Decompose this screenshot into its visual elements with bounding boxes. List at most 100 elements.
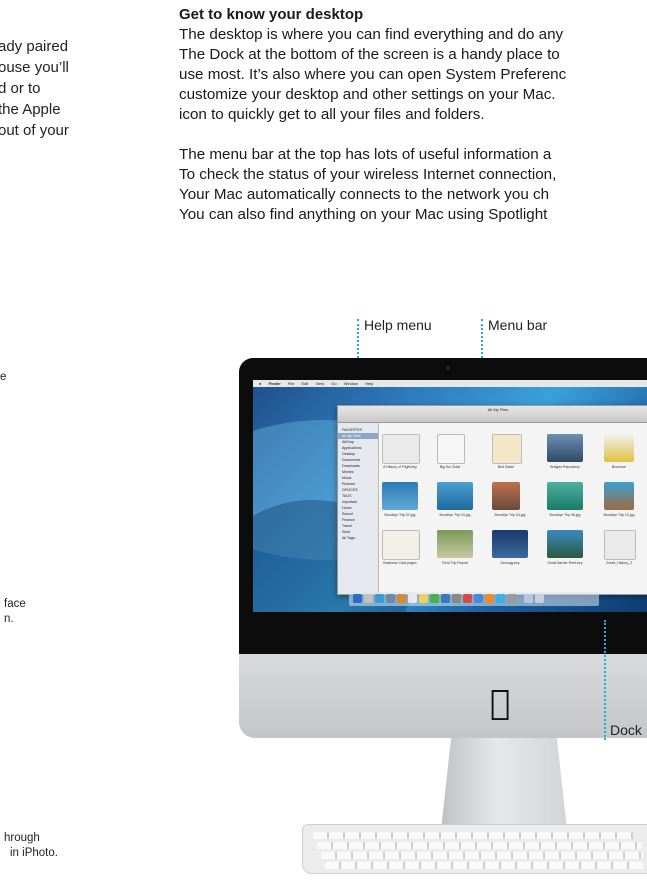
menubar-item: Window xyxy=(343,381,358,386)
imac-stand xyxy=(441,738,567,830)
imac-chin xyxy=(239,654,647,738)
paragraph-line: The menu bar at the top has lots of usef… xyxy=(179,146,552,163)
app-store-dock-icon xyxy=(496,594,505,603)
file-label: Big Sur Solar xyxy=(439,465,461,469)
file-thumbnail xyxy=(604,482,634,510)
apple-menu-icon: ● xyxy=(259,381,262,386)
file-label: A History of Flight.key xyxy=(383,465,417,469)
ibooks-dock-icon xyxy=(485,594,494,603)
desktop-section: Get to know your desktop The desktop is … xyxy=(179,5,647,225)
file-label: Field Trip Report xyxy=(442,561,468,565)
file-label: Bridges Repository xyxy=(550,465,580,469)
key-row xyxy=(325,862,643,869)
downloads-dock-icon xyxy=(524,594,533,603)
file-thumbnail xyxy=(437,434,465,464)
file-thumbnail xyxy=(382,434,420,464)
file-thumbnail xyxy=(547,482,583,510)
key-row xyxy=(317,842,642,849)
paragraph-2: The menu bar at the top has lots of usef… xyxy=(179,145,647,225)
section-heading: Get to know your desktop xyxy=(179,6,364,23)
file-label: Business Card.pages xyxy=(383,561,417,565)
left-iphoto-line: in iPhoto. xyxy=(10,847,58,859)
left-iphoto-text: hrough in iPhoto. xyxy=(4,831,58,861)
finder-window: All My Files FAVORITES All My Files AirD… xyxy=(337,405,647,595)
apple-logo-icon:  xyxy=(490,686,510,720)
file-label: Brooklyn Trip 10.jpg xyxy=(603,513,635,517)
notes-dock-icon xyxy=(419,594,428,603)
trash-dock-icon xyxy=(535,594,544,603)
dock-callout: Dock xyxy=(610,722,642,738)
mail-dock-icon xyxy=(386,594,395,603)
file-label: Bird Safari xyxy=(497,465,515,469)
sidebar-item: All Tags... xyxy=(342,536,358,540)
file-thumbnail xyxy=(547,530,583,558)
paragraph-line: use most. It’s also where you can open S… xyxy=(179,66,567,83)
menu-bar-callout: Menu bar xyxy=(488,317,548,333)
help-menu-callout: Help menu xyxy=(364,317,432,333)
itunes-dock-icon xyxy=(463,594,472,603)
paragraph-line: The Dock at the bottom of the screen is … xyxy=(179,46,560,63)
left-intro-text: ady paired ouse you’ll d or to the Apple… xyxy=(0,36,69,141)
dock xyxy=(349,592,599,606)
keyboard xyxy=(302,824,647,874)
left-facetime-line: n. xyxy=(4,613,14,625)
file-thumbnail xyxy=(492,434,522,464)
file-label: Brooklyn Trip 04.jpg xyxy=(494,513,526,517)
file-thumbnail xyxy=(604,530,636,560)
file-thumbnail xyxy=(547,434,583,462)
iphoto-dock-icon xyxy=(474,594,483,603)
left-intro-line: out of your xyxy=(0,122,69,139)
camera-dot xyxy=(446,366,450,370)
key-row xyxy=(313,832,633,839)
contacts-dock-icon xyxy=(397,594,406,603)
file-label: Brooklyn Trip 08.jpg xyxy=(549,513,581,517)
left-iphoto-line: hrough xyxy=(4,832,40,844)
file-thumbnail xyxy=(437,482,473,510)
left-fragment: e xyxy=(0,371,7,383)
file-label: Geology.key xyxy=(500,561,520,565)
photo-booth-dock-icon xyxy=(452,594,461,603)
calendar-dock-icon xyxy=(408,594,417,603)
paragraph-line: Your Mac automatically connects to the n… xyxy=(179,186,550,203)
file-label: Great Barrier Reef.key xyxy=(547,561,583,565)
finder-sidebar: FAVORITES All My Files AirDrop Applicati… xyxy=(338,423,379,594)
left-intro-line: ady paired xyxy=(0,38,69,55)
paragraph-line: The desktop is where you can find everyt… xyxy=(179,26,564,43)
file-thumbnail xyxy=(492,530,528,558)
facetime-dock-icon xyxy=(441,594,450,603)
file-thumbnail xyxy=(604,434,634,462)
left-facetime-line: face xyxy=(4,598,26,610)
file-thumbnail xyxy=(492,482,520,510)
file-grid: A History of Flight.key Big Sur Solar Bi… xyxy=(382,434,647,590)
paragraph-line: icon to quickly get to all your files an… xyxy=(179,106,485,123)
left-intro-line: d or to xyxy=(0,80,41,97)
finder-dock-icon xyxy=(353,594,362,603)
menubar-item: Go xyxy=(331,381,337,386)
key-row xyxy=(321,852,643,859)
imac-screen: ● Finder File Edit View Go Window Help A… xyxy=(253,380,647,612)
file-label: Brochure xyxy=(611,465,627,469)
paragraph-line: To check the status of your wireless Int… xyxy=(179,166,557,183)
left-facetime-text: face n. xyxy=(4,597,26,627)
paragraph-line: You can also find anything on your Mac u… xyxy=(179,206,548,223)
system-preferences-dock-icon xyxy=(507,594,516,603)
safari-dock-icon xyxy=(375,594,384,603)
finder-title: All My Files xyxy=(338,406,647,423)
file-label: Brooklyn Trip 02.jpg xyxy=(384,513,416,517)
messages-dock-icon xyxy=(430,594,439,603)
file-thumbnail xyxy=(437,530,473,558)
file-thumbnail xyxy=(382,482,418,510)
menubar-item: Edit xyxy=(301,381,309,386)
menubar-item: View xyxy=(315,381,325,386)
dock-callout-line xyxy=(604,620,606,740)
launchpad-dock-icon xyxy=(364,594,373,603)
paragraph-line: customize your desktop and other setting… xyxy=(179,86,556,103)
menubar-item: Finder xyxy=(268,381,281,386)
file-label: Brooklyn Trip 03.jpg xyxy=(439,513,471,517)
menubar-item: File xyxy=(287,381,295,386)
file-thumbnail xyxy=(382,530,420,560)
file-label: Greek_History_2 xyxy=(605,561,633,565)
menubar-item: Help xyxy=(365,381,374,386)
paragraph-1: The desktop is where you can find everyt… xyxy=(179,25,647,125)
screen-menu-bar: ● Finder File Edit View Go Window Help xyxy=(253,380,647,387)
